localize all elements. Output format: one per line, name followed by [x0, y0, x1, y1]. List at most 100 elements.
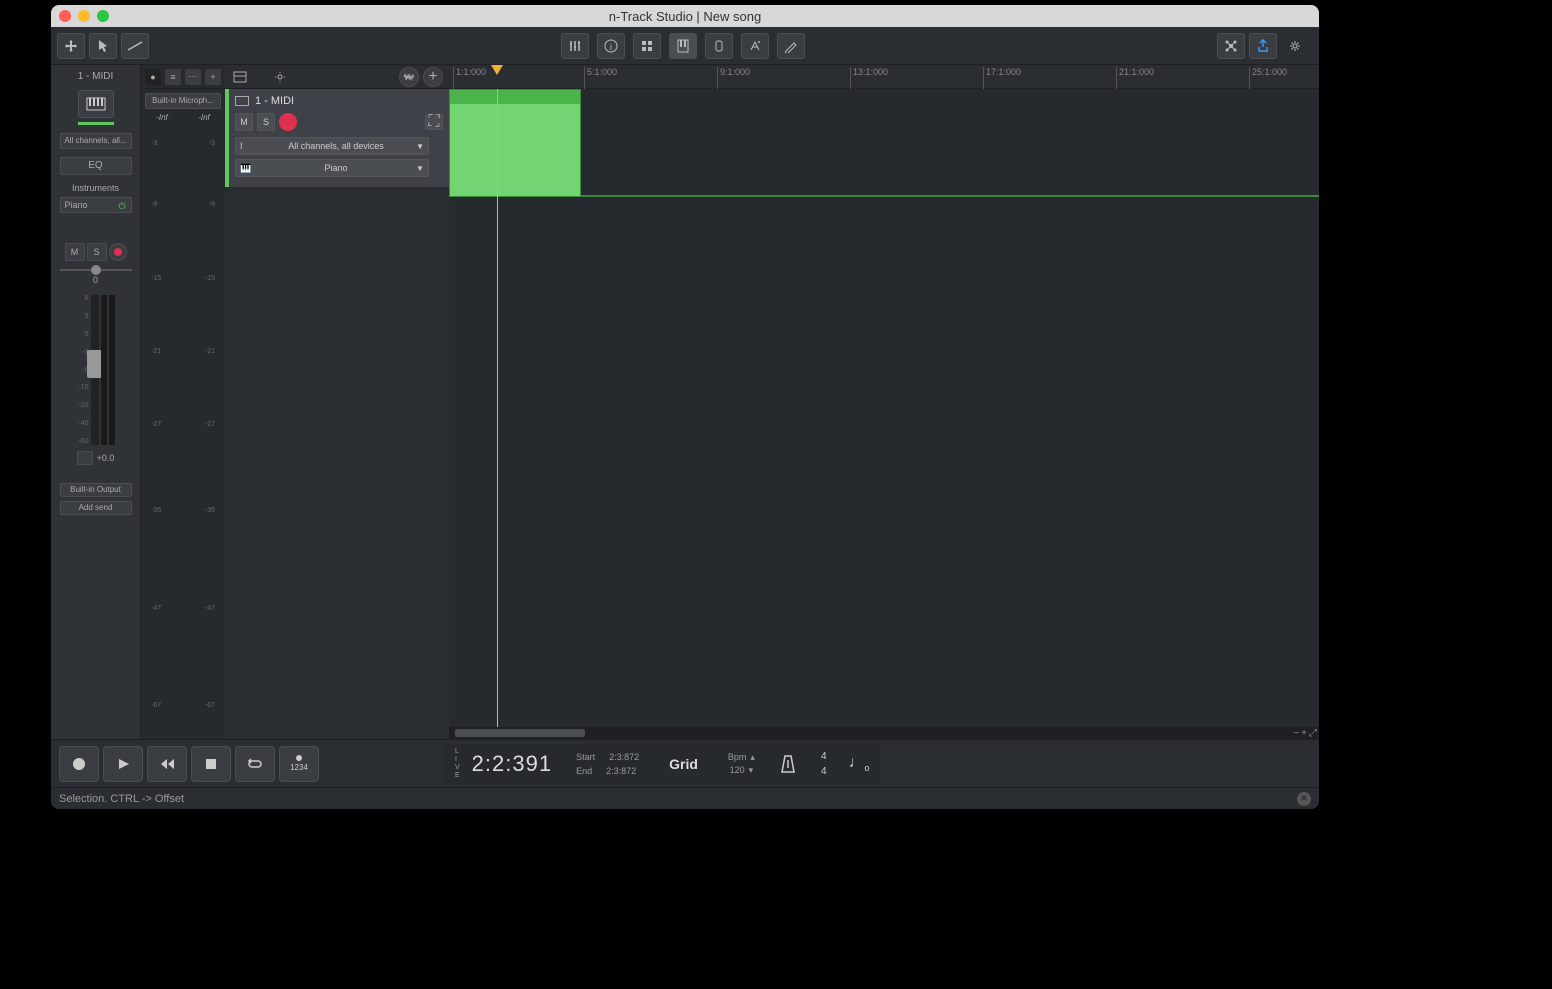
volume-icon[interactable]	[77, 451, 93, 465]
metronome-icon[interactable]	[779, 754, 797, 774]
main-toolbar: i	[51, 27, 1319, 65]
current-time[interactable]: 2:2:391	[472, 751, 552, 777]
track-instrument-dropdown[interactable]: 🎹 Piano ▼	[235, 159, 429, 177]
snap-mode[interactable]: Grid	[669, 756, 698, 772]
metronome-count-button[interactable]: 1234	[279, 746, 319, 782]
ruler-mark: 5:1:000	[584, 67, 617, 90]
playhead-line	[497, 89, 498, 727]
bpm-label: Bpm	[728, 752, 747, 762]
status-bar: Selection. CTRL -> Offset ✕	[51, 787, 1319, 809]
play-button[interactable]	[103, 746, 143, 782]
track-settings-button[interactable]	[271, 68, 289, 86]
time-ruler[interactable]: 1:1:000 5:1:000 9:1:000 13:1:000 17:1:00…	[449, 65, 1319, 89]
titlebar: n-Track Studio | New song	[51, 5, 1319, 27]
channel-strip: 1 - MIDI All channels, all... EQ Instrum…	[51, 65, 141, 739]
record-button[interactable]	[59, 746, 99, 782]
ruler-mark: 21:1:000	[1116, 67, 1154, 90]
volume-value: +0.0	[97, 453, 115, 463]
end-label: End	[576, 766, 592, 776]
zoom-in-button[interactable]: +	[1301, 728, 1307, 739]
waveform-button[interactable]	[399, 67, 419, 87]
stop-button[interactable]	[191, 746, 231, 782]
arm-record-button[interactable]	[109, 243, 127, 261]
loop-button[interactable]	[235, 746, 275, 782]
playhead-marker[interactable]	[491, 65, 503, 75]
share-button[interactable]	[1249, 33, 1277, 59]
scrollbar-thumb[interactable]	[455, 729, 585, 737]
track-solo-button[interactable]: S	[257, 113, 275, 131]
content-area: 1 - MIDI All channels, all... EQ Instrum…	[51, 65, 1319, 739]
fader-area: 630-3-6-10-20-40-60	[77, 295, 115, 445]
start-value[interactable]: 2:3:872	[609, 752, 639, 762]
live-indicator: LIVE	[455, 748, 460, 780]
piano-roll-button[interactable]	[669, 33, 697, 59]
level-meter-right	[109, 295, 115, 445]
track-type-icon[interactable]	[78, 90, 114, 118]
ruler-mark: 13:1:000	[850, 67, 888, 90]
output-dropdown[interactable]: Built-in Output	[60, 483, 132, 497]
meter-input-dropdown[interactable]: Built-in Microph...	[145, 93, 221, 109]
track-view-button[interactable]	[231, 68, 249, 86]
instrument-name: Piano	[65, 200, 88, 210]
solo-button[interactable]: S	[87, 243, 107, 261]
volume-tool-button[interactable]	[121, 33, 149, 59]
meter-record-indicator[interactable]: ●	[145, 69, 161, 85]
grid-button[interactable]	[633, 33, 661, 59]
info-button[interactable]: i	[597, 33, 625, 59]
app-window: n-Track Studio | New song i 1 - MIDI All…	[51, 5, 1319, 809]
mute-button[interactable]: M	[65, 243, 85, 261]
rewind-button[interactable]	[147, 746, 187, 782]
end-value[interactable]: 2:3:872	[606, 766, 636, 776]
horizontal-scrollbar[interactable]: − + ⤢	[449, 727, 1319, 739]
settings-button[interactable]	[1281, 33, 1309, 59]
instrument-icon: 🎹	[240, 163, 252, 174]
fx-button[interactable]	[741, 33, 769, 59]
start-label: Start	[576, 752, 595, 762]
channel-input-dropdown[interactable]: All channels, all...	[60, 133, 132, 149]
time-signature[interactable]: 4 4	[821, 751, 827, 777]
move-tool-button[interactable]	[57, 33, 85, 59]
zoom-out-button[interactable]: −	[1293, 728, 1299, 739]
tracks-canvas[interactable]	[449, 89, 1319, 727]
select-tool-button[interactable]	[89, 33, 117, 59]
bpm-value[interactable]: 120	[730, 765, 745, 775]
meter-peak-row: -Inf -Inf	[141, 113, 225, 122]
bpm-down-button[interactable]: ▾	[749, 765, 754, 776]
midi-clip[interactable]	[449, 89, 581, 197]
pan-slider[interactable]	[60, 269, 132, 271]
meter-add-button[interactable]: +	[205, 69, 221, 85]
pan-knob[interactable]	[91, 265, 101, 275]
meter-scale: -3-3 -9-9 -15-15 -21-21 -27-27 -35-35 -4…	[141, 128, 225, 739]
input-icon: I	[240, 141, 252, 151]
volume-fader[interactable]	[91, 295, 99, 445]
power-icon: ⏻	[119, 201, 127, 209]
track-expand-button[interactable]: ⛶	[425, 114, 443, 130]
add-track-button[interactable]: +	[423, 67, 443, 87]
eq-button[interactable]: EQ	[60, 157, 132, 175]
track-header[interactable]: 1 - MIDI M S ⛶ I All channels, all devic…	[225, 89, 449, 188]
plugins-button[interactable]	[1217, 33, 1245, 59]
track-mute-button[interactable]: M	[235, 113, 253, 131]
meter-list-button[interactable]: ≡	[165, 69, 181, 85]
channel-track-name: 1 - MIDI	[55, 69, 136, 86]
bpm-up-button[interactable]: ▴	[750, 752, 755, 763]
instrument-dropdown[interactable]: Piano ⏻	[60, 197, 132, 213]
drum-editor-button[interactable]	[705, 33, 733, 59]
track-input-dropdown[interactable]: I All channels, all devices ▼	[235, 137, 429, 155]
level-meter-left	[101, 295, 107, 445]
meter-panel-toolbar: ● ≡ ⋯ +	[141, 65, 225, 89]
zoom-fit-button[interactable]: ⤢	[1309, 728, 1317, 739]
dropdown-arrow-icon: ▼	[416, 164, 424, 173]
transport-bar: 1234 LIVE 2:2:391 Start 2:3:872 End 2:3:87…	[51, 739, 1319, 787]
track-list-toolbar: +	[225, 65, 449, 89]
mixer-button[interactable]	[561, 33, 589, 59]
dropdown-arrow-icon: ▼	[416, 142, 424, 151]
track-arm-button[interactable]	[279, 113, 297, 131]
draw-tool-button[interactable]	[777, 33, 805, 59]
add-send-button[interactable]: Add send	[60, 501, 132, 515]
clip-header[interactable]	[450, 90, 580, 104]
status-close-button[interactable]: ✕	[1297, 792, 1311, 806]
ruler-mark: 1:1:000	[453, 67, 486, 90]
note-value-button[interactable]: ♩o	[849, 754, 870, 773]
meter-menu-button[interactable]: ⋯	[185, 69, 201, 85]
